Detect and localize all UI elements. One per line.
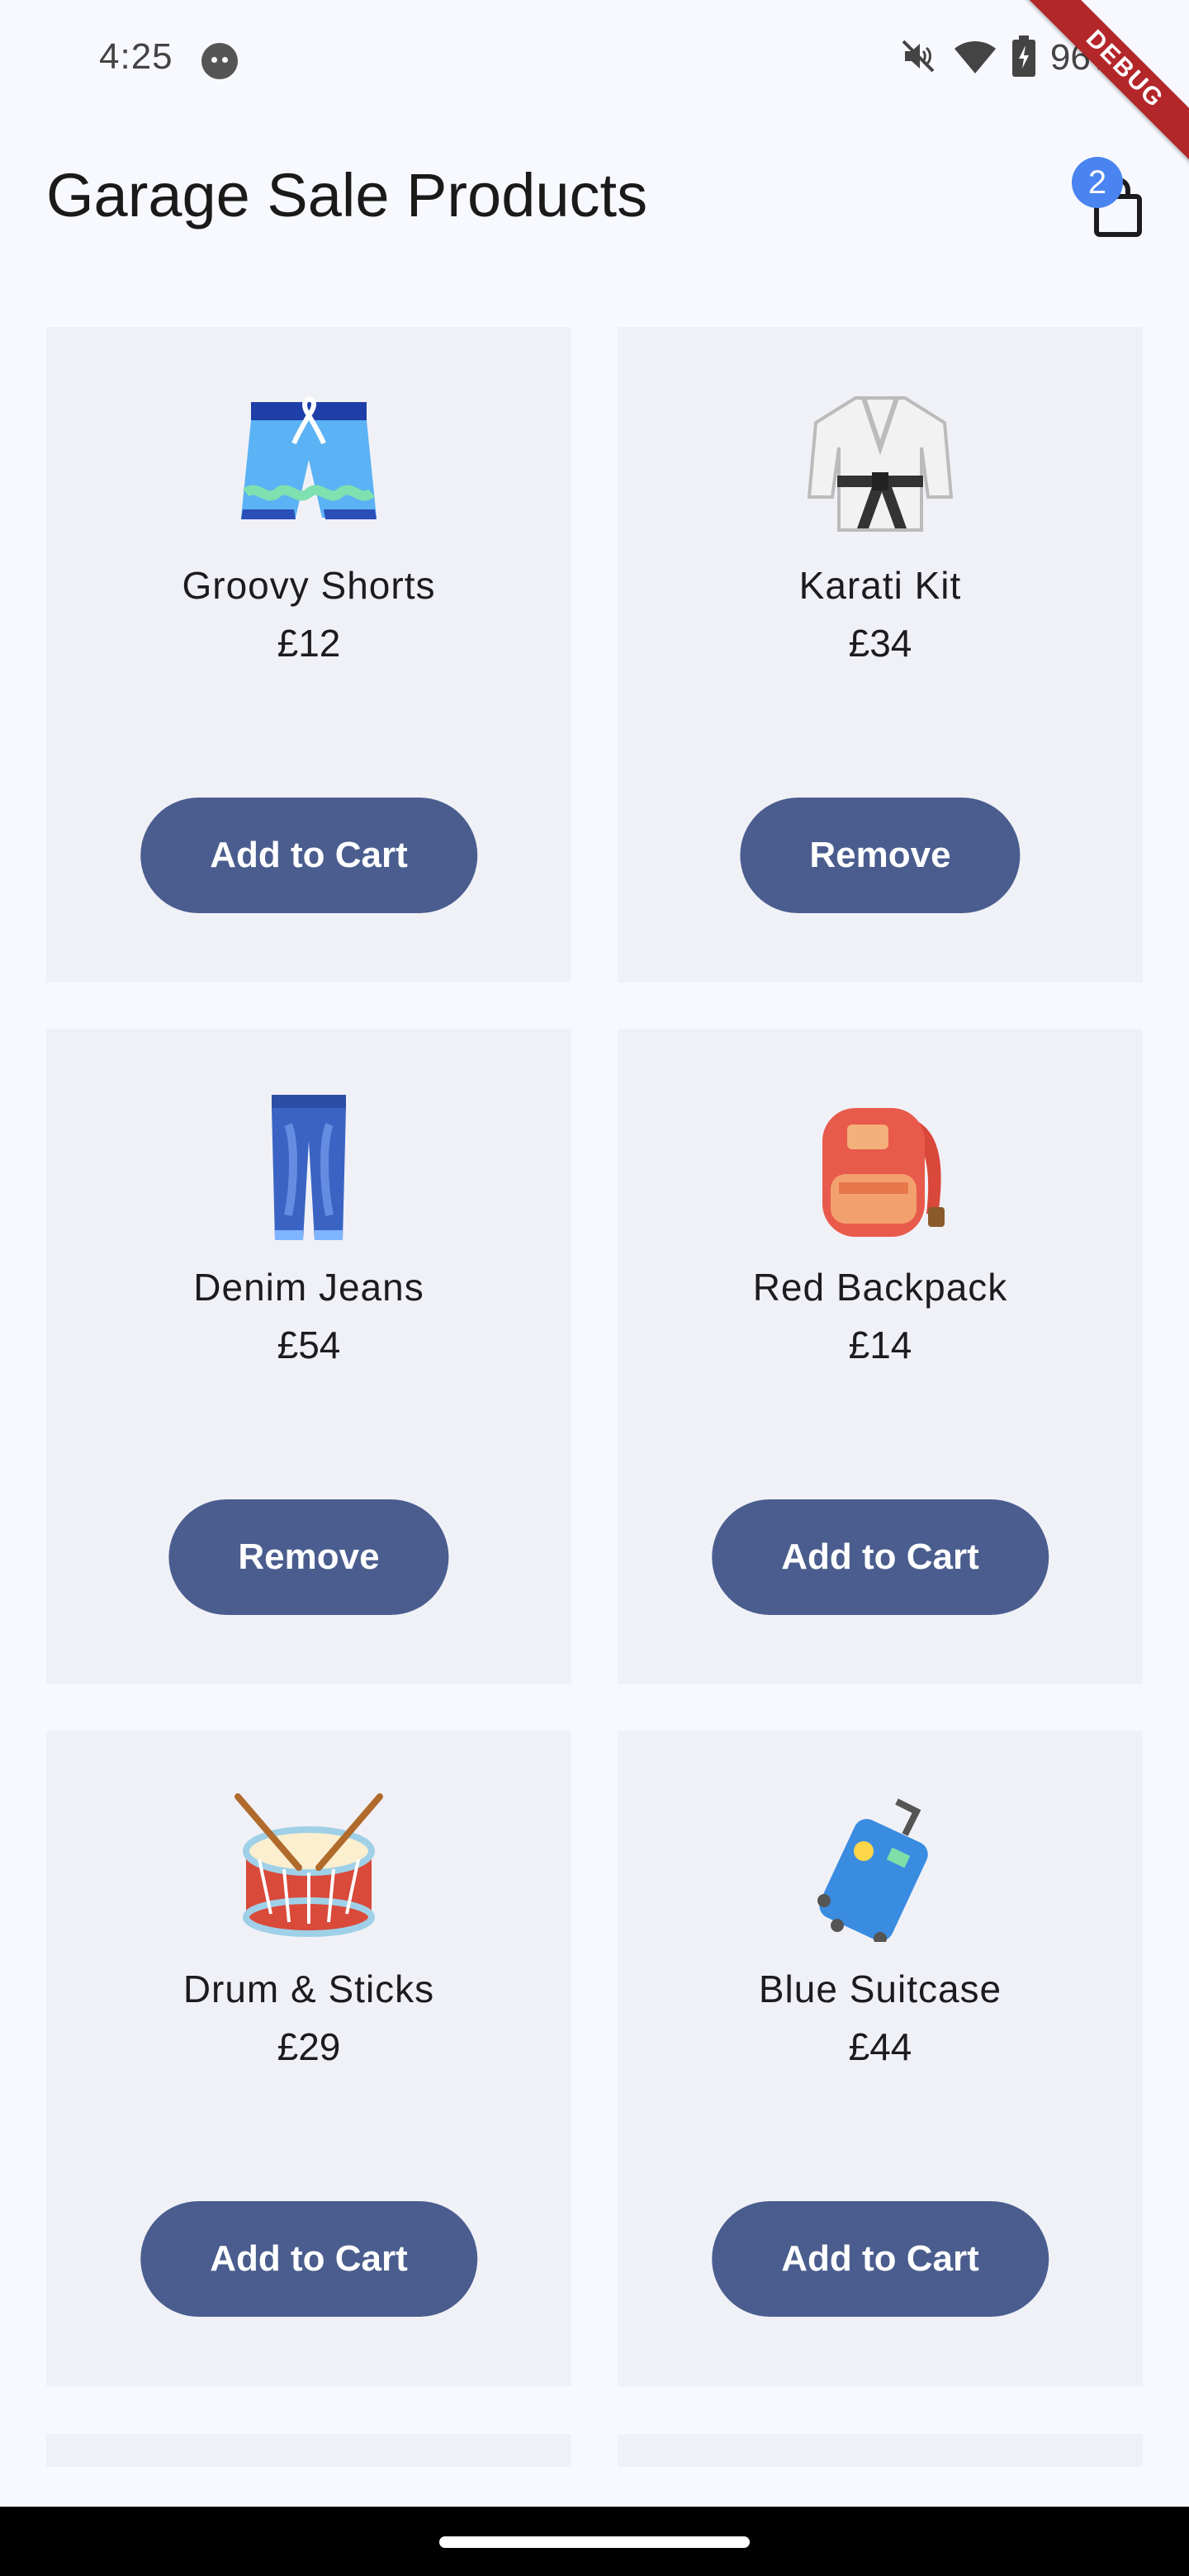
cart-button[interactable]: 2: [1072, 157, 1159, 248]
product-card-partial: [618, 2434, 1143, 2467]
product-card: Red Backpack £14 Add to Cart: [618, 1029, 1143, 1684]
product-name: Groovy Shorts: [182, 564, 436, 607]
product-name: Karati Kit: [798, 564, 962, 607]
status-time: 4:25: [99, 36, 173, 77]
product-name: Red Backpack: [752, 1266, 1008, 1309]
product-price: £44: [848, 2025, 912, 2068]
cart-count-badge: 2: [1072, 157, 1123, 208]
app-bar: Garage Sale Products 2: [0, 116, 1189, 281]
add-to-cart-button[interactable]: Add to Cart: [712, 1499, 1049, 1615]
remove-button[interactable]: Remove: [740, 798, 1021, 913]
status-bar: 4:25 96%: [0, 0, 1189, 116]
drum-icon: [46, 1793, 571, 1942]
product-price: £54: [277, 1324, 341, 1366]
add-to-cart-button[interactable]: Add to Cart: [140, 2201, 477, 2317]
app-notification-icon: [201, 43, 238, 79]
home-indicator[interactable]: [439, 2536, 750, 2548]
product-card: Blue Suitcase £44 Add to Cart: [618, 1731, 1143, 2386]
product-name: Drum & Sticks: [182, 1968, 435, 2010]
system-nav-bar: [0, 2507, 1189, 2576]
martial-arts-uniform-icon: [618, 390, 1143, 538]
add-to-cart-button[interactable]: Add to Cart: [712, 2201, 1049, 2317]
product-card: Denim Jeans £54 Remove: [46, 1029, 571, 1684]
mute-icon: [898, 36, 938, 80]
suitcase-icon: [618, 1793, 1143, 1942]
product-price: £29: [277, 2025, 341, 2068]
product-card: Groovy Shorts £12 Add to Cart: [46, 327, 571, 983]
product-price: £12: [277, 622, 341, 665]
product-card: Drum & Sticks £29 Add to Cart: [46, 1731, 571, 2386]
add-to-cart-button[interactable]: Add to Cart: [140, 798, 477, 913]
backpack-icon: [618, 1091, 1143, 1240]
battery-percent: 96%: [1049, 37, 1123, 78]
shorts-icon: [46, 390, 571, 538]
wifi-icon: [953, 37, 997, 79]
product-name: Denim Jeans: [193, 1266, 424, 1309]
jeans-icon: [46, 1091, 571, 1240]
page-title: Garage Sale Products: [46, 161, 648, 230]
product-card: Karati Kit £34 Remove: [618, 327, 1143, 983]
product-price: £34: [848, 622, 912, 665]
product-name: Blue Suitcase: [758, 1968, 1002, 2010]
battery-charging-icon: [1011, 35, 1035, 81]
status-icons: 96%: [898, 33, 1123, 83]
remove-button[interactable]: Remove: [168, 1499, 449, 1615]
product-grid: Groovy Shorts £12 Add to Cart Karati Kit…: [46, 327, 1143, 2386]
product-price: £14: [848, 1324, 912, 1366]
product-card-partial: [46, 2434, 571, 2467]
